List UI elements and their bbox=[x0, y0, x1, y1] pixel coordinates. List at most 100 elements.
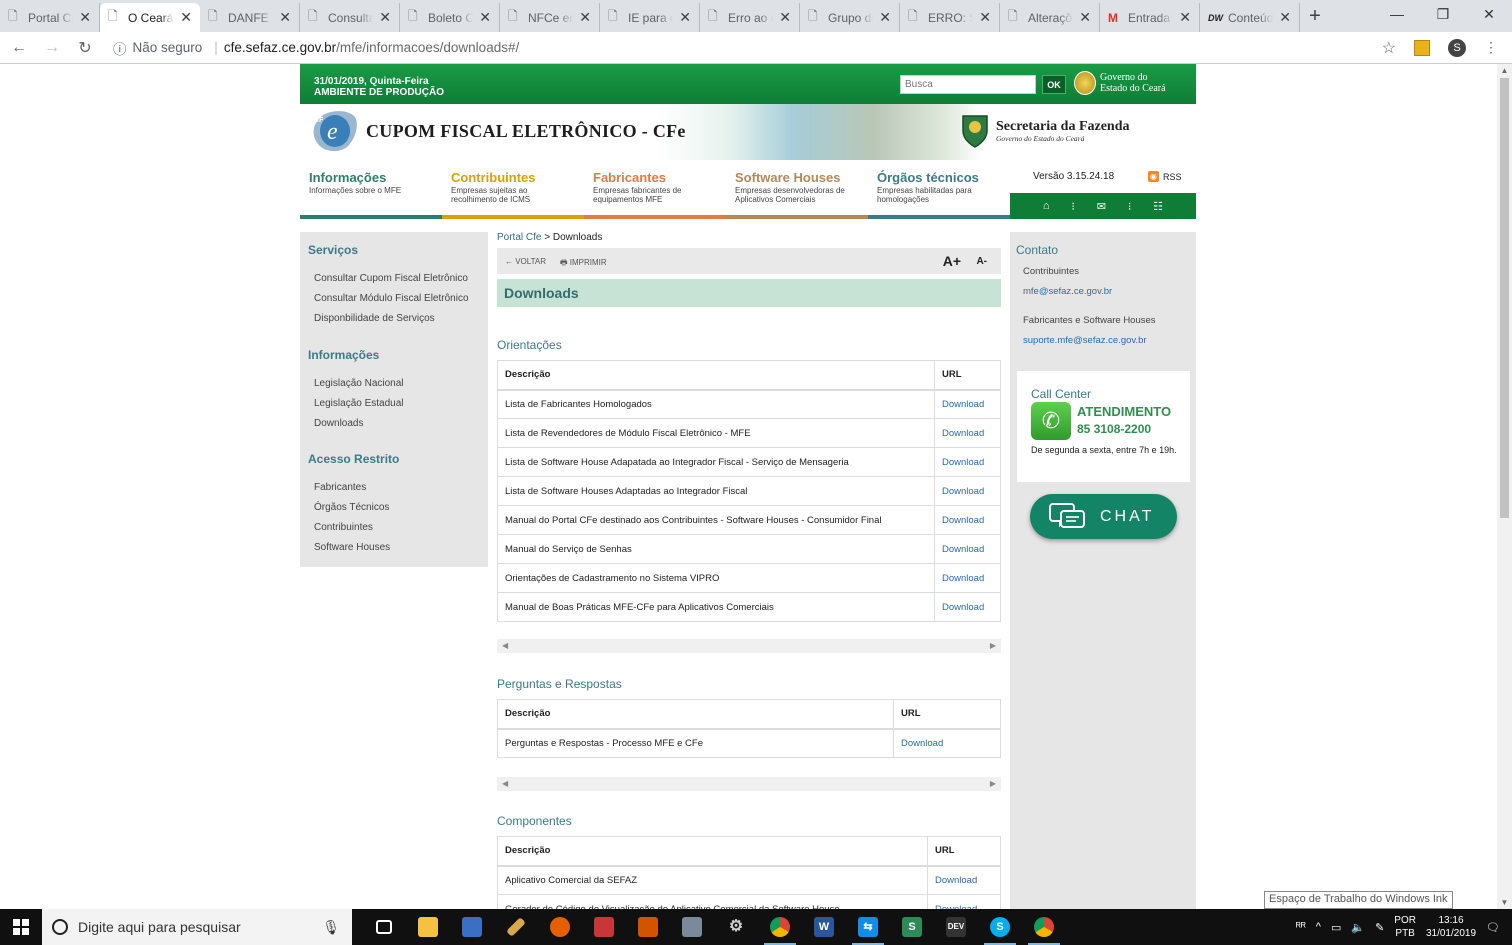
contact-group2-email[interactable]: suporte.mfe@sefaz.ce.gov.br bbox=[1023, 335, 1147, 346]
word-icon[interactable]: W bbox=[802, 909, 846, 945]
restore-icon[interactable]: ❐ bbox=[1420, 0, 1466, 30]
network-icon[interactable]: ▭ bbox=[1331, 921, 1341, 934]
browser-tab[interactable]: 🗋 ERRO: Sc ✕ bbox=[900, 3, 1000, 32]
scroll-up-icon[interactable]: ▲ bbox=[1497, 66, 1512, 75]
download-link[interactable]: Download bbox=[927, 865, 1001, 895]
pencil-app-icon[interactable] bbox=[494, 909, 538, 945]
sidebar-link[interactable]: Legislação Estadual bbox=[314, 398, 404, 409]
scroll-thumb[interactable] bbox=[1500, 78, 1509, 518]
tab-close-icon[interactable]: ✕ bbox=[679, 9, 691, 26]
extension-icon[interactable] bbox=[1414, 39, 1430, 56]
tab-close-icon[interactable]: ✕ bbox=[779, 9, 791, 26]
app-icon-3[interactable] bbox=[626, 909, 670, 945]
volume-icon[interactable]: 🔈 bbox=[1351, 921, 1365, 934]
sefaz-logo[interactable]: Secretaria da Fazenda Governo do Estado … bbox=[960, 113, 1130, 149]
nav-item[interactable]: Fabricantes Empresas fabricantes de equip… bbox=[584, 160, 726, 219]
app-icon-2[interactable] bbox=[582, 909, 626, 945]
browser-tab[interactable]: 🗋 Consulta ✕ bbox=[300, 3, 400, 32]
tab-close-icon[interactable]: ✕ bbox=[79, 9, 91, 26]
contact-group1-email[interactable]: mfe@sefaz.ce.gov.br bbox=[1023, 286, 1112, 297]
language-indicator[interactable]: POR PTB bbox=[1394, 914, 1416, 940]
app-icon-5[interactable]: S bbox=[890, 909, 934, 945]
tab-close-icon[interactable]: ✕ bbox=[879, 9, 891, 26]
chat-button[interactable]: CHAT bbox=[1030, 494, 1177, 539]
search-ok-button[interactable]: OK bbox=[1042, 75, 1066, 94]
browser-tab[interactable]: 🗋 O Ceará ✕ bbox=[100, 3, 200, 32]
nav-item[interactable]: Órgãos técnicos Empresas habilitadas para… bbox=[868, 160, 1010, 219]
taskbar-search[interactable]: Digite aqui para pesquisar 🎙 bbox=[42, 909, 352, 945]
print-link[interactable]: 🖶 IMPRIMIR bbox=[560, 257, 607, 271]
browser-tab[interactable]: 🗋 Grupo de ✕ bbox=[800, 3, 900, 32]
app-icon-4[interactable] bbox=[670, 909, 714, 945]
chrome-icon[interactable] bbox=[758, 909, 802, 945]
download-link[interactable]: Download bbox=[934, 534, 1001, 564]
scroll-right-icon[interactable]: ▶ bbox=[990, 779, 996, 788]
menu-kebab-icon[interactable]: ⋮ bbox=[1484, 39, 1498, 56]
tab-close-icon[interactable]: ✕ bbox=[579, 9, 591, 26]
file-explorer-icon[interactable] bbox=[406, 909, 450, 945]
sidebar-link[interactable]: Contribuintes bbox=[314, 522, 373, 533]
sidebar-link[interactable]: Consultar Cupom Fiscal Eletrônico bbox=[314, 273, 468, 284]
info-icon[interactable]: ⓘ bbox=[113, 38, 127, 58]
sidebar-link[interactable]: Downloads bbox=[314, 418, 363, 429]
download-link[interactable]: Download bbox=[927, 894, 1001, 909]
close-window-icon[interactable]: ✕ bbox=[1466, 0, 1512, 30]
back-arrow-icon[interactable]: ← bbox=[5, 39, 33, 57]
scroll-down-icon[interactable]: ▼ bbox=[1497, 898, 1512, 907]
nav-item[interactable]: Software Houses Empresas desenvolvedoras … bbox=[726, 160, 868, 219]
sidebar-link[interactable]: Consultar Módulo Fiscal Eletrônico bbox=[314, 293, 469, 304]
people-icon[interactable]: ᴿᴿ bbox=[1296, 921, 1306, 933]
download-link[interactable]: Download bbox=[934, 592, 1001, 622]
browser-tab[interactable]: 🗋 Boleto C ✕ bbox=[400, 3, 500, 32]
reload-icon[interactable]: ↻ bbox=[71, 38, 99, 58]
tray-chevron-icon[interactable]: ^ bbox=[1316, 921, 1321, 933]
teamviewer-icon[interactable]: ⇆ bbox=[846, 909, 890, 945]
url-field[interactable]: ⓘ Não seguro | cfe.sefaz.ce.gov.br /mfe/… bbox=[113, 35, 1382, 61]
new-tab-icon[interactable]: + bbox=[1300, 5, 1330, 28]
table-horizontal-scrollbar[interactable]: ◀ ▶ bbox=[497, 639, 1001, 653]
minimize-icon[interactable]: — bbox=[1374, 0, 1420, 30]
profile-avatar[interactable]: S bbox=[1448, 38, 1466, 57]
browser-tab[interactable]: 🗋 Alteraçõ ✕ bbox=[1000, 3, 1100, 32]
mail-icon[interactable]: ✉ bbox=[1097, 200, 1106, 213]
download-link[interactable]: Download bbox=[934, 476, 1001, 506]
font-increase-button[interactable]: A+ bbox=[943, 253, 961, 269]
sidebar-link[interactable]: Software Houses bbox=[314, 542, 390, 553]
forward-arrow-icon[interactable]: → bbox=[38, 39, 66, 57]
sidebar-link[interactable]: Órgãos Técnicos bbox=[314, 502, 389, 513]
browser-tab[interactable]: M Entrada ✕ bbox=[1100, 3, 1200, 32]
back-link[interactable]: ← VOLTAR bbox=[505, 257, 546, 266]
download-link[interactable]: Download bbox=[934, 418, 1001, 448]
table-horizontal-scrollbar[interactable]: ◀ ▶ bbox=[497, 777, 1001, 791]
tab-close-icon[interactable]: ✕ bbox=[1079, 9, 1091, 26]
government-logo[interactable]: Governo do Estado do Ceará bbox=[1074, 71, 1166, 95]
firefox-icon[interactable] bbox=[538, 909, 582, 945]
download-link[interactable]: Download bbox=[934, 447, 1001, 477]
nav-item[interactable]: Informações Informações sobre o MFE bbox=[300, 160, 442, 219]
font-decrease-button[interactable]: A- bbox=[976, 256, 987, 267]
settings-gear-icon[interactable]: ⚙ bbox=[714, 909, 758, 945]
tab-close-icon[interactable]: ✕ bbox=[1179, 9, 1191, 26]
task-view-icon[interactable] bbox=[362, 909, 406, 945]
search-input[interactable] bbox=[900, 75, 1036, 94]
tab-close-icon[interactable]: ✕ bbox=[1279, 9, 1291, 26]
tab-close-icon[interactable]: ✕ bbox=[979, 9, 991, 26]
download-link[interactable]: Download bbox=[934, 389, 1001, 419]
tab-close-icon[interactable]: ✕ bbox=[379, 9, 391, 26]
microphone-icon[interactable]: 🎙 bbox=[322, 919, 340, 936]
devexpress-icon[interactable]: DEV bbox=[934, 909, 978, 945]
chrome-profile-icon[interactable] bbox=[1022, 909, 1066, 945]
app-icon-1[interactable] bbox=[450, 909, 494, 945]
browser-tab[interactable]: 🗋 NFCe em ✕ bbox=[500, 3, 600, 32]
browser-tab[interactable]: 🗋 DANFE fo ✕ bbox=[200, 3, 300, 32]
browser-tab[interactable]: 🗋 Portal CF ✕ bbox=[0, 3, 100, 32]
page-scrollbar[interactable]: ▲ ▼ bbox=[1497, 64, 1512, 909]
scroll-left-icon[interactable]: ◀ bbox=[502, 779, 508, 788]
browser-tab[interactable]: 🗋 IE para c ✕ bbox=[600, 3, 700, 32]
browser-tab[interactable]: DW Conteúd ✕ bbox=[1200, 3, 1300, 32]
sidebar-link[interactable]: Disponbilidade de Serviços bbox=[314, 313, 435, 324]
scroll-left-icon[interactable]: ◀ bbox=[502, 641, 508, 650]
download-link[interactable]: Download bbox=[893, 728, 1001, 758]
tab-close-icon[interactable]: ✕ bbox=[180, 9, 192, 26]
bookmark-star-icon[interactable]: ☆ bbox=[1382, 38, 1396, 58]
